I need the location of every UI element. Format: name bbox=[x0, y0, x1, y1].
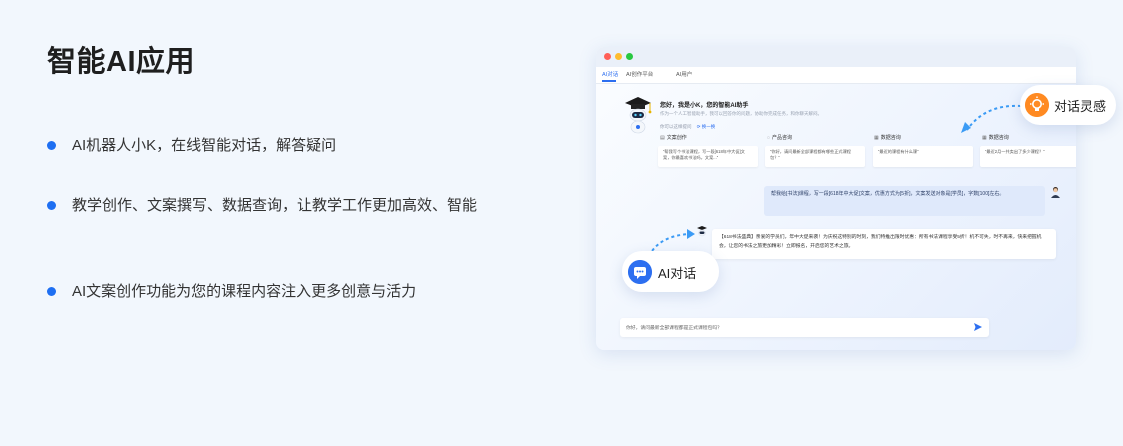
page-title: 智能AI应用 bbox=[47, 46, 196, 78]
tab-bar: AI对话 AI创作平台 AI用户 bbox=[596, 67, 1076, 84]
maximize-window-dot[interactable] bbox=[626, 53, 633, 60]
feature-item: AI机器人小K，在线智能对话，解答疑问 bbox=[47, 132, 336, 159]
chat-input-placeholder: 你好，请问最新全部课程都是正式课程包吗？ bbox=[626, 326, 722, 331]
suggestion-card[interactable]: “你好，请问最新全部课程都有哪些正式课程包？” bbox=[765, 146, 865, 167]
category-data: ▦ 数据咨询 bbox=[874, 135, 901, 141]
bullet-dot bbox=[47, 287, 56, 296]
greeting-description: 作为一个人工智能助手，我可以回答你的问题，协助你完成任务，和你聊天解闷。 bbox=[660, 111, 822, 116]
suggestion-row: 你可以这样提问 ⟳ 换一换 bbox=[660, 124, 715, 130]
chat-input[interactable]: 你好，请问最新全部课程都是正式课程包吗？ bbox=[620, 318, 989, 337]
lightbulb-icon bbox=[1025, 93, 1049, 117]
active-tab-indicator bbox=[602, 80, 616, 82]
send-icon[interactable] bbox=[973, 322, 983, 332]
chat-bubble-icon bbox=[628, 260, 652, 284]
suggestion-card[interactable]: “帮我写个书法课程，写一段[618年中大促]文案，你最喜欢书法吗，文案...” bbox=[658, 146, 758, 167]
document-icon: ▤ bbox=[660, 135, 665, 141]
tab-ai-creation[interactable]: AI创作平台 bbox=[626, 70, 653, 78]
category-copywriting: ▤ 文案创作 bbox=[660, 135, 687, 141]
suggestion-label: 你可以这样提问 bbox=[660, 124, 692, 129]
ai-chat-badge: AI对话 bbox=[622, 251, 719, 292]
app-window-preview: AI对话 AI创作平台 AI用户 您好，我是小K，您的智能AI助手 作为一个人工… bbox=[596, 47, 1076, 350]
user-message: 帮我给[书法]课程，写一段[618年中大促]文案，优惠方式为[5折]，文案发送对… bbox=[764, 186, 1045, 216]
feature-item: 教学创作、文案撰写、数据查询，让教学工作更加高效、智能 bbox=[47, 192, 492, 219]
dialogue-inspiration-badge: 对话灵感 bbox=[1020, 85, 1116, 125]
feature-text: AI文案创作功能为您的课程内容注入更多创意与活力 bbox=[72, 283, 417, 300]
close-window-dot[interactable] bbox=[604, 53, 611, 60]
bullet-dot bbox=[47, 141, 56, 150]
inspiration-label: 对话灵感 bbox=[1054, 99, 1107, 114]
tab-ai-users[interactable]: AI用户 bbox=[676, 70, 692, 78]
greeting-title: 您好，我是小K，您的智能AI助手 bbox=[660, 103, 749, 109]
user-avatar-icon bbox=[1051, 187, 1060, 198]
suggestion-card[interactable]: “最近的课程有什么课” bbox=[873, 146, 973, 167]
bot-message: 【618书法盛典】亲爱的学员们，年中大促来袭！为庆祝这特别的时刻，我们特推出限时… bbox=[712, 229, 1056, 259]
category-product: ◌ 产品咨询 bbox=[767, 135, 792, 141]
ai-chat-label: AI对话 bbox=[658, 266, 697, 281]
chat-icon: ◌ bbox=[767, 135, 770, 141]
minimize-window-dot[interactable] bbox=[615, 53, 622, 60]
feature-text: AI机器人小K，在线智能对话，解答疑问 bbox=[72, 137, 337, 154]
chart-icon: ▦ bbox=[874, 135, 879, 141]
window-titlebar bbox=[596, 47, 1076, 67]
bullet-dot bbox=[47, 201, 56, 210]
dashed-arrow-icon bbox=[961, 104, 1022, 133]
feature-text: 教学创作、文案撰写、数据查询，让教学工作更加高效、智能 bbox=[72, 197, 478, 214]
tab-ai-chat[interactable]: AI对话 bbox=[602, 70, 618, 78]
refresh-suggestions-link[interactable]: ⟳ 换一换 bbox=[697, 124, 716, 129]
feature-item: AI文案创作功能为您的课程内容注入更多创意与活力 bbox=[47, 278, 492, 305]
robot-avatar-icon bbox=[625, 97, 652, 134]
suggestion-card[interactable]: “最近2月一共卖出了多少课程？” bbox=[980, 146, 1076, 167]
